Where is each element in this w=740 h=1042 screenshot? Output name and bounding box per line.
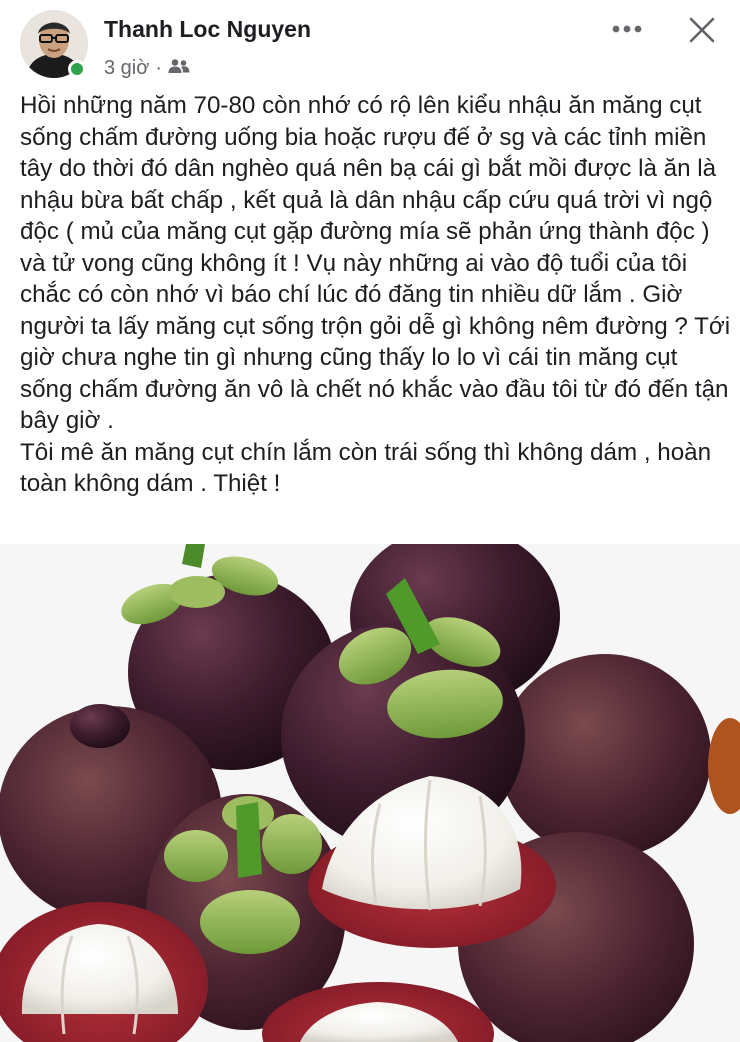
- post-photo[interactable]: [0, 544, 740, 1042]
- close-button[interactable]: [684, 12, 720, 48]
- post-text: Hồi những năm 70-80 còn nhớ có rộ lên ki…: [20, 92, 731, 497]
- friends-icon: [168, 57, 190, 80]
- more-icon: [612, 25, 642, 33]
- more-options-button[interactable]: [606, 14, 648, 44]
- author-name[interactable]: Thanh Loc Nguyen: [104, 16, 311, 43]
- close-icon: [689, 17, 715, 43]
- online-status-icon: [68, 60, 86, 78]
- post-header: Thanh Loc Nguyen 3 giờ ·: [0, 0, 740, 90]
- mangosteen-photo: [0, 544, 740, 1042]
- meta-separator: ·: [155, 56, 163, 79]
- post-time[interactable]: 3 giờ: [104, 57, 149, 80]
- post-meta: 3 giờ ·: [104, 55, 190, 81]
